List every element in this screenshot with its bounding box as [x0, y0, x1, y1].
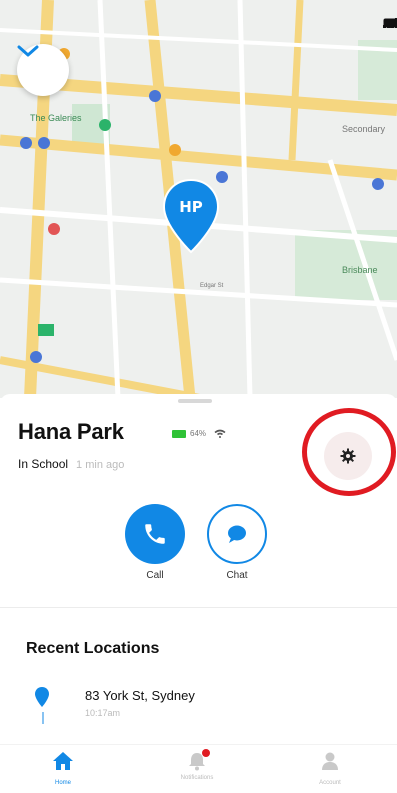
call-button[interactable]: Call — [125, 504, 185, 581]
location-marker-icon — [35, 687, 49, 707]
notification-badge — [202, 749, 210, 757]
chat-circle[interactable] — [207, 504, 267, 564]
profile-name: Hana Park — [18, 419, 124, 444]
chevron-down-icon — [17, 45, 39, 57]
recent-locations-title: Recent Locations — [26, 640, 160, 657]
call-circle[interactable] — [125, 504, 185, 564]
battery-percent: 64% — [190, 429, 207, 438]
wifi-icon — [214, 429, 226, 438]
tab-home[interactable]: Home — [18, 751, 108, 786]
location-address[interactable]: 83 York St, Sydney — [85, 688, 195, 703]
gear-icon — [340, 448, 356, 464]
pin-initials: HP — [179, 198, 203, 216]
tab-account[interactable]: Account — [285, 751, 375, 786]
tab-bar: Home Notifications Account — [0, 744, 397, 793]
tab-label: Account — [319, 780, 341, 786]
map-label: Brisbane — [342, 265, 378, 275]
call-label: Call — [146, 570, 164, 581]
map-label: The Galeries — [30, 113, 82, 123]
location-pin[interactable]: HP — [162, 178, 220, 254]
chat-button[interactable]: Chat — [207, 504, 267, 581]
home-icon — [53, 752, 73, 770]
map-pin-icon — [162, 178, 220, 254]
phone-icon — [145, 524, 165, 544]
map-label: Edgar St — [200, 283, 224, 289]
settings-button[interactable] — [324, 432, 372, 480]
last-seen: 1 min ago — [76, 459, 125, 471]
person-icon — [322, 752, 338, 770]
battery-level-icon — [172, 429, 186, 438]
profile-status: In School 1 min ago — [18, 457, 124, 471]
tab-label: Notifications — [180, 775, 214, 781]
profile-sheet: Hana Park 64% In School 1 min ago Call C… — [0, 394, 397, 793]
collapse-button[interactable] — [17, 44, 69, 96]
battery-icon — [383, 18, 397, 28]
chat-bubble-icon — [228, 525, 246, 543]
tab-label: Home — [54, 780, 71, 786]
tab-notifications[interactable]: Notifications — [152, 749, 242, 781]
status-text: In School — [18, 457, 69, 471]
divider — [0, 607, 397, 608]
map-view[interactable]: The Galeries Secondary Brisbane Edgar St… — [0, 0, 397, 398]
location-time: 10:17am — [85, 708, 121, 718]
map-label: Secondary — [342, 124, 386, 134]
sheet-grabber[interactable] — [178, 399, 212, 403]
timeline-line — [42, 712, 44, 724]
chat-label: Chat — [226, 570, 248, 581]
device-status: 64% — [172, 429, 226, 438]
